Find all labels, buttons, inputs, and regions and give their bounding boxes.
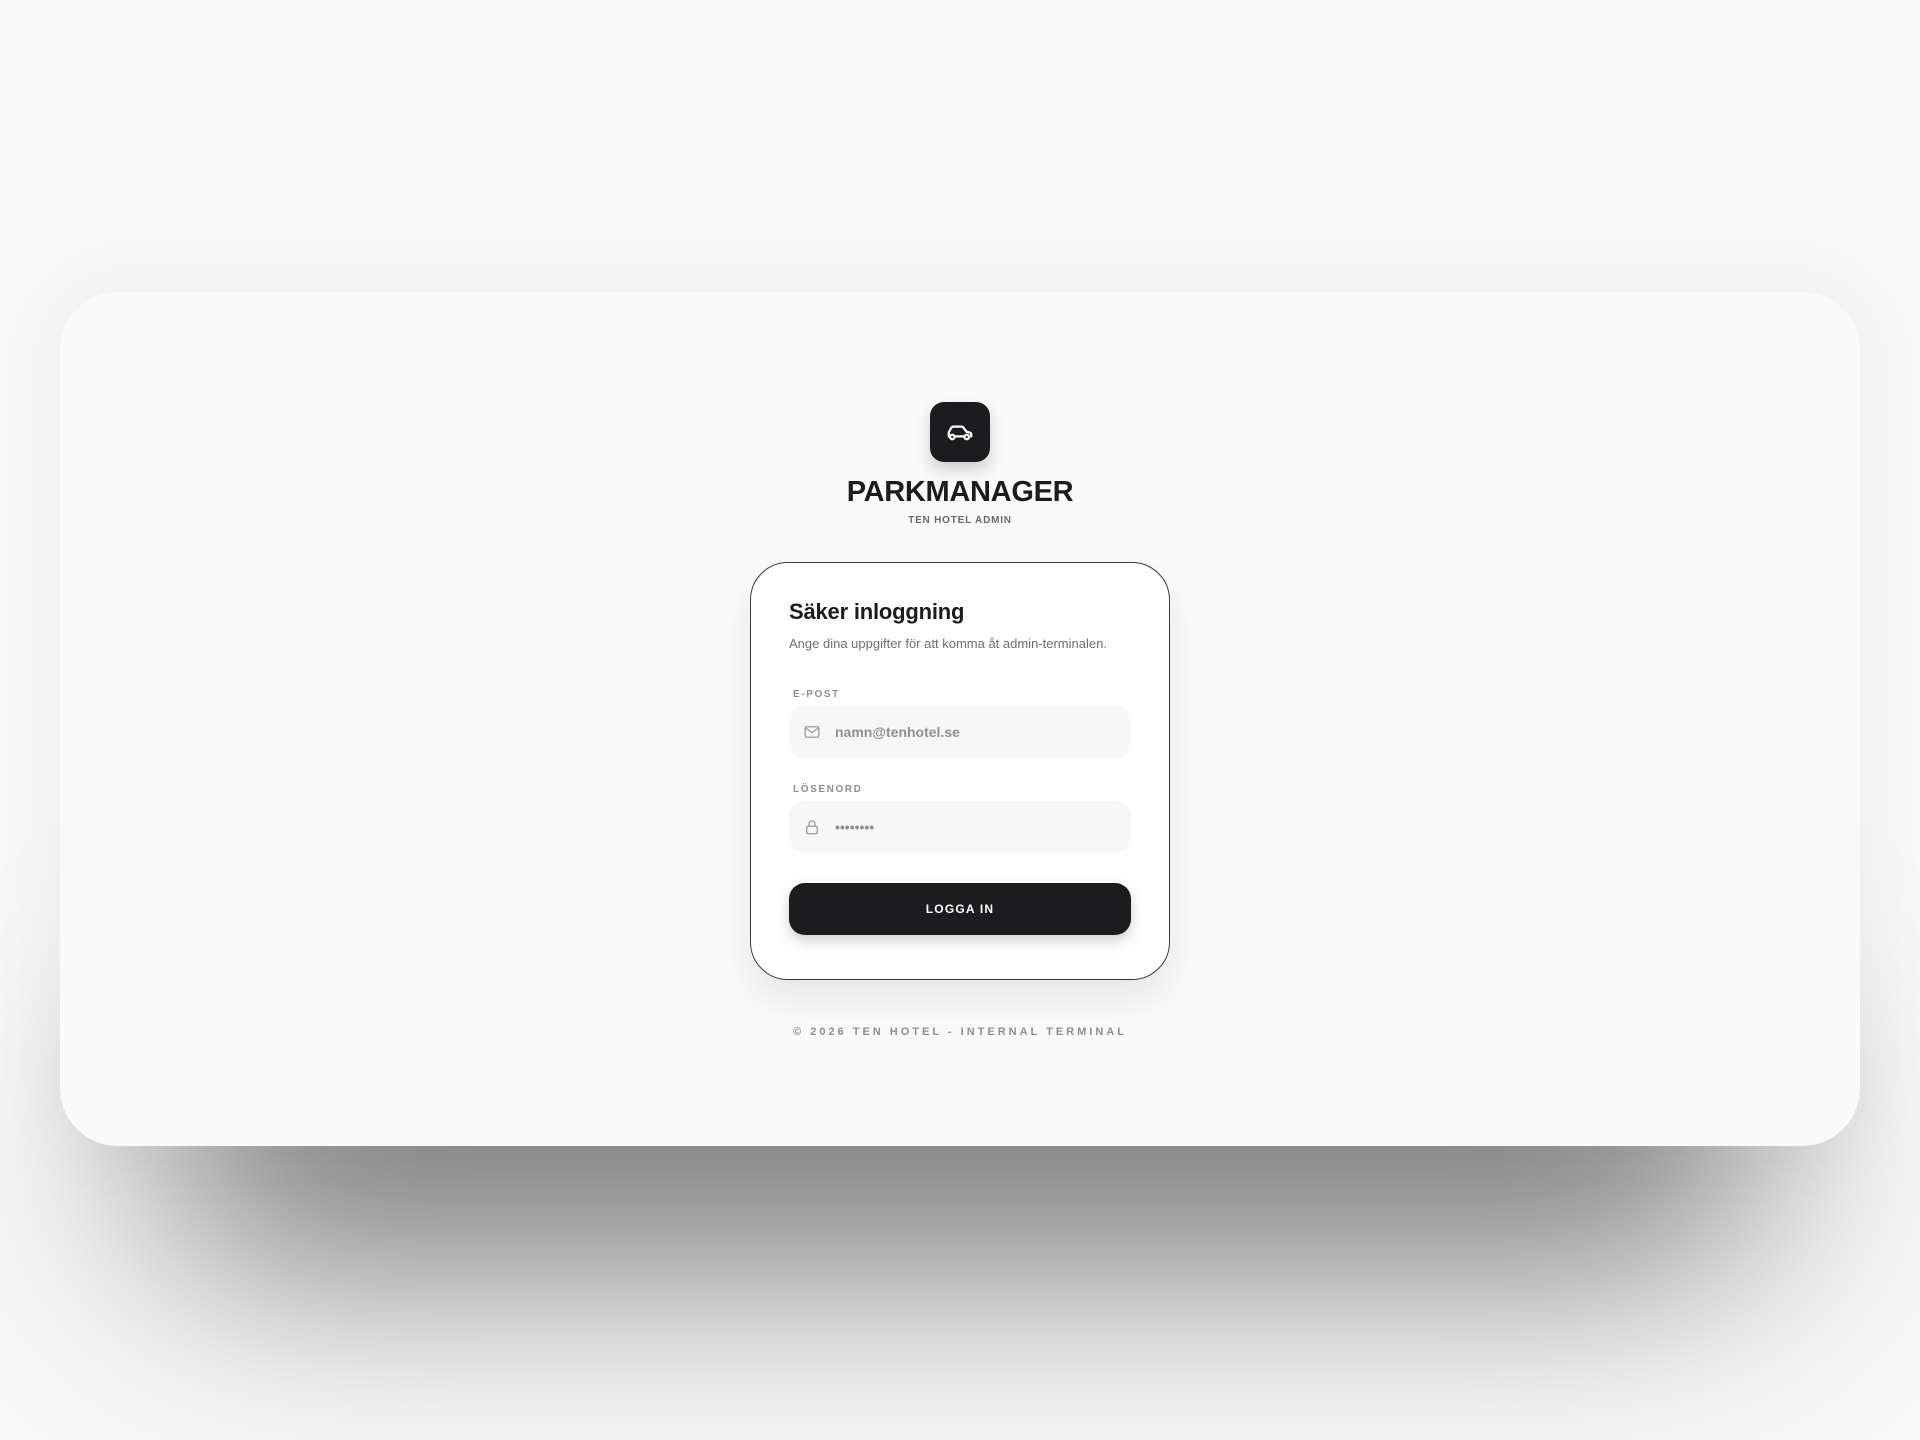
car-icon [947,425,973,441]
email-input[interactable] [835,724,1115,740]
password-label: LÖSENORD [793,784,863,795]
login-button[interactable]: LOGGA IN [789,883,1131,935]
footer-text: © 2026 TEN HOTEL - INTERNAL TERMINAL [793,1026,1127,1038]
login-title: Säker inloggning [789,599,965,624]
brand-title: PARKMANAGER [846,476,1074,508]
password-input[interactable] [835,819,1115,835]
email-label: E-POST [793,689,840,700]
mail-icon [804,726,820,738]
email-field-container[interactable] [789,706,1131,758]
lock-icon [806,820,818,835]
brand-header: PARKMANAGER TEN HOTEL ADMIN [60,402,1860,526]
logo [930,402,990,462]
brand-subtitle: TEN HOTEL ADMIN [908,515,1012,526]
password-field-container[interactable] [789,801,1131,853]
app-window: PARKMANAGER TEN HOTEL ADMIN Säker inlogg… [60,292,1860,1146]
login-card: Säker inloggning Ange dina uppgifter för… [750,562,1170,980]
login-description: Ange dina uppgifter för att komma åt adm… [789,636,1107,651]
